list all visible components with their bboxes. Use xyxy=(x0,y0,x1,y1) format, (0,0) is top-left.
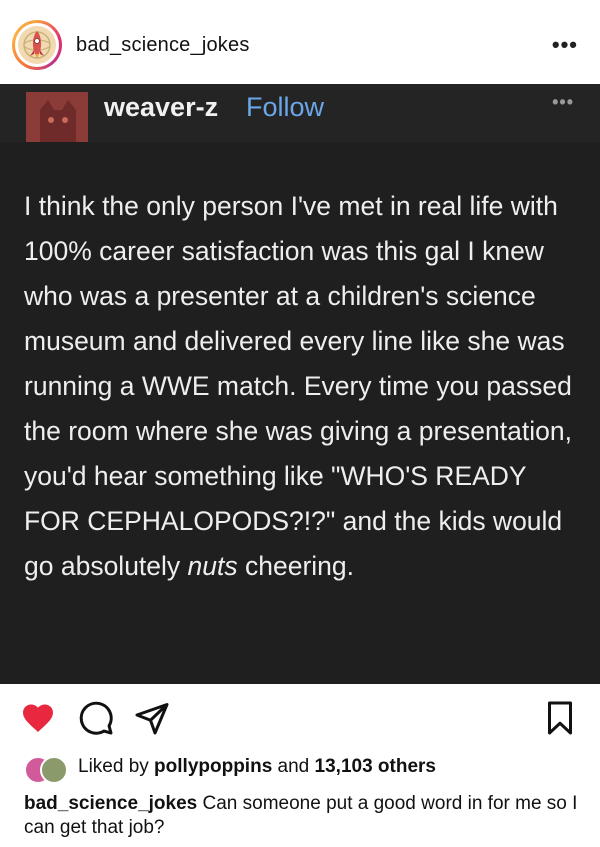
tumblr-more-icon: ••• xyxy=(552,92,574,112)
rocket-avatar-image xyxy=(18,26,56,64)
comment-icon[interactable] xyxy=(78,700,114,736)
more-horizontal-icon[interactable]: ••• xyxy=(552,32,578,58)
liker-username[interactable]: pollypoppins xyxy=(154,756,272,777)
post-caption: bad_science_jokes Can someone put a good… xyxy=(24,792,579,840)
emphasis-text: nuts xyxy=(187,551,238,581)
post-image: weaver-z Follow ••• I think the only per… xyxy=(0,84,600,684)
tumblr-avatar xyxy=(26,92,88,142)
account-username[interactable]: bad_science_jokes xyxy=(76,34,250,57)
tumblr-author: weaver-z xyxy=(104,92,219,122)
rocket-icon xyxy=(18,26,56,64)
post-header: bad_science_jokes ••• xyxy=(0,0,600,84)
caption-username[interactable]: bad_science_jokes xyxy=(24,793,197,814)
action-bar xyxy=(0,690,600,746)
liker-avatar xyxy=(40,756,68,784)
heart-icon[interactable] xyxy=(20,700,56,736)
likes-text: Liked by pollypoppins and 13,103 others xyxy=(78,756,436,777)
post-body-text: I think the only person I've met in real… xyxy=(24,191,572,581)
profile-avatar[interactable] xyxy=(12,20,62,70)
likes-count[interactable]: 13,103 others xyxy=(315,756,436,777)
tumblr-post-header: weaver-z Follow ••• xyxy=(0,84,600,142)
cat-icon xyxy=(26,92,88,142)
bookmark-icon[interactable] xyxy=(542,700,578,736)
share-icon[interactable] xyxy=(134,700,170,736)
follow-link: Follow xyxy=(246,92,325,122)
